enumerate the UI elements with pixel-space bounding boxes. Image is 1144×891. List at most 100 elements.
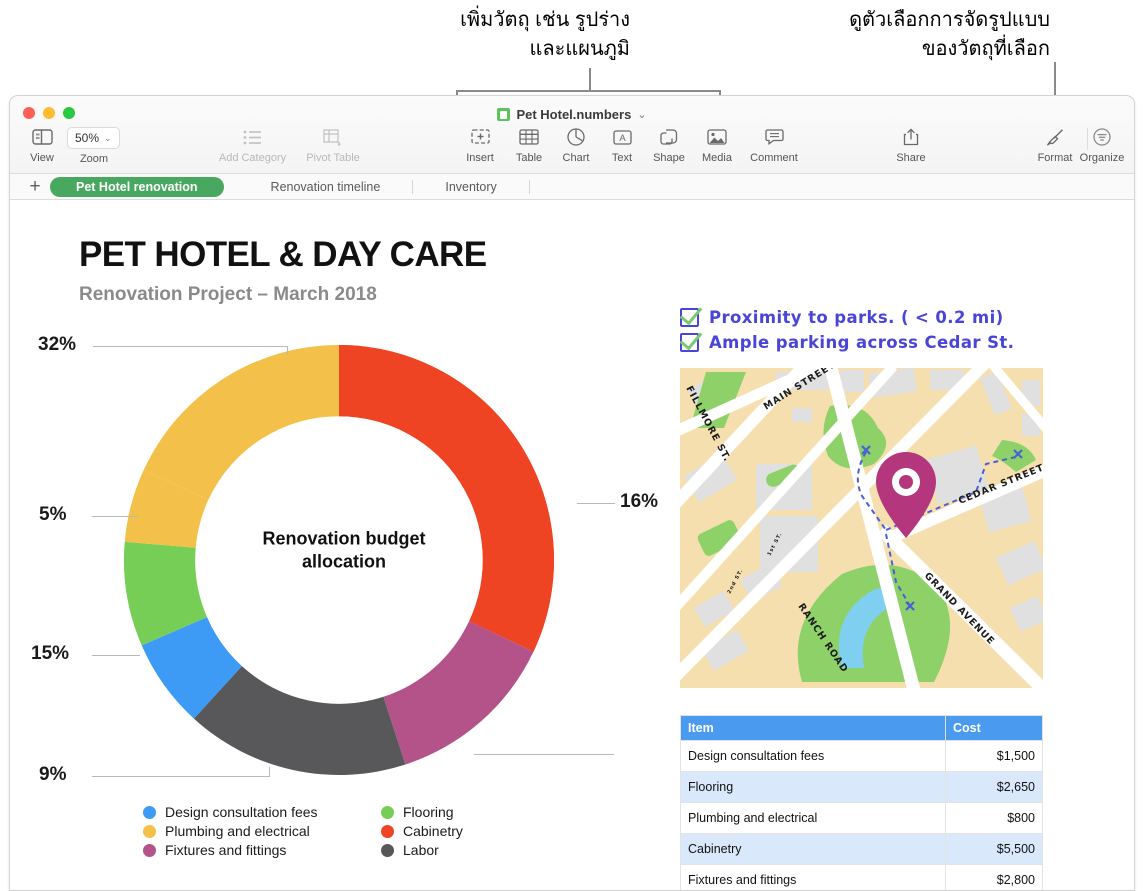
legend-label: Fixtures and fittings <box>165 842 287 858</box>
zoom-label: Zoom <box>79 153 109 165</box>
handwritten-checklist: Proximity to parks. ( < 0.2 mi) Ample pa… <box>680 308 1014 358</box>
table-cell-item[interactable]: Flooring <box>680 771 946 803</box>
pct-label-design: 9% <box>39 764 67 785</box>
legend-label: Flooring <box>403 804 454 820</box>
table-row[interactable]: Fixtures and fittings $2,800 <box>680 864 1043 890</box>
organize-label: Organize <box>1079 152 1125 164</box>
callout-left-bracket <box>456 90 721 92</box>
sheet-tab-bar: + Pet Hotel renovation Renovation timeli… <box>10 174 1134 200</box>
leader-16 <box>577 503 615 504</box>
table-row[interactable]: Flooring $2,650 <box>680 771 1043 803</box>
tab-divider <box>528 179 530 194</box>
sidebar-icon <box>10 124 74 150</box>
legend-label: Design consultation fees <box>165 804 318 820</box>
legend-swatch <box>143 805 156 819</box>
sheet-tab-renovation-timeline[interactable]: Renovation timeline <box>253 177 399 197</box>
leader-9 <box>92 776 270 777</box>
add-sheet-button[interactable]: + <box>20 177 50 196</box>
numbers-window: Pet Hotel.numbers ⌄ View 50% ⌄ Zoom Add … <box>9 95 1135 891</box>
legend-label: Labor <box>403 842 439 858</box>
media-button[interactable]: Media <box>685 124 749 164</box>
checklist-item: Ample parking across Cedar St. <box>680 333 1014 352</box>
table-cell-item[interactable]: Fixtures and fittings <box>680 864 946 890</box>
legend-label: Cabinetry <box>403 823 463 839</box>
location-map-image[interactable]: FILLMORE ST. MAIN STREET CEDAR STREET GR… <box>680 368 1043 688</box>
chevron-down-icon[interactable]: ⌄ <box>637 108 646 121</box>
legend-swatch <box>381 843 394 857</box>
donut-center-label: Renovation budget allocation <box>254 528 434 573</box>
leader-5 <box>92 516 138 517</box>
pct-label-fixtures: 16% <box>620 491 659 512</box>
share-button[interactable]: Share <box>879 124 943 164</box>
pct-label-cabinetry: 32% <box>38 334 77 355</box>
callout-format-options: ดูตัวเลือกการจัดรูปแบบ ของวัตถุที่เลือก <box>849 9 1050 60</box>
table-cell-item[interactable]: Plumbing and electrical <box>680 802 946 834</box>
checkbox-checked-icon <box>680 333 699 352</box>
chevron-down-icon: ⌄ <box>104 132 112 143</box>
table-header-cost[interactable]: Cost <box>945 715 1043 741</box>
add-category-label: Add Category <box>218 152 287 164</box>
toolbar: Pet Hotel.numbers ⌄ View 50% ⌄ Zoom Add … <box>10 96 1134 174</box>
table-cell-cost[interactable]: $1,500 <box>945 740 1043 772</box>
organize-icon <box>1070 124 1134 150</box>
callout-insert-objects: เพิ่มวัตถุ เช่น รูปร่าง และแผนภูมิ <box>460 9 630 60</box>
checklist-item-text: Proximity to parks. ( < 0.2 mi) <box>709 308 1004 327</box>
document-title-text: Pet Hotel.numbers <box>516 107 632 122</box>
comment-label: Comment <box>750 152 798 164</box>
legend-item[interactable]: Labor <box>381 842 463 858</box>
organize-button[interactable]: Organize <box>1070 124 1134 164</box>
legend-label: Plumbing and electrical <box>165 823 310 839</box>
callout-left-stem <box>589 68 591 91</box>
comment-icon <box>742 124 806 150</box>
sheet-title: PET HOTEL & DAY CARE <box>79 235 487 274</box>
legend-swatch <box>143 843 156 857</box>
zoom-value: 50% <box>75 131 100 145</box>
sheet-tab-inventory[interactable]: Inventory <box>427 177 514 197</box>
leader-9-tick <box>269 767 270 776</box>
leader-23 <box>474 754 614 755</box>
table-cell-cost[interactable]: $800 <box>945 802 1043 834</box>
legend-item[interactable]: Design consultation fees <box>143 804 363 820</box>
list-icon <box>210 124 295 150</box>
leader-32-tick <box>287 346 288 355</box>
numbers-document-icon <box>497 108 511 121</box>
legend-swatch <box>381 824 394 838</box>
share-icon <box>879 124 943 150</box>
table-cell-cost[interactable]: $2,800 <box>945 864 1043 890</box>
sheet-tab-pet-hotel-renovation[interactable]: Pet Hotel renovation <box>50 176 224 197</box>
donut-center-line2: allocation <box>301 551 386 571</box>
svg-text:A: A <box>619 133 626 144</box>
tab-divider <box>412 179 414 194</box>
pct-label-plumbing: 5% <box>39 504 67 525</box>
legend-item[interactable]: Flooring <box>381 804 463 820</box>
table-header-row: Item Cost <box>680 715 1043 741</box>
donut-center-line1: Renovation budget <box>262 528 426 549</box>
comment-button[interactable]: Comment <box>742 124 806 164</box>
legend-item[interactable]: Plumbing and electrical <box>143 823 363 839</box>
add-category-button[interactable]: Add Category <box>210 124 295 164</box>
table-row[interactable]: Design consultation fees $1,500 <box>680 740 1043 772</box>
legend-item[interactable]: Fixtures and fittings <box>143 842 363 858</box>
leader-15 <box>92 655 140 656</box>
leader-32 <box>93 346 288 347</box>
share-label: Share <box>896 152 926 164</box>
pivot-table-icon <box>298 124 368 150</box>
sheet-canvas: PET HOTEL & DAY CARE Renovation Project … <box>10 200 1134 890</box>
table-row[interactable]: Cabinetry $5,500 <box>680 833 1043 865</box>
table-cell-item[interactable]: Cabinetry <box>680 833 946 865</box>
pivot-table-label: Pivot Table <box>306 152 360 164</box>
zoom-label-wrap: Zoom <box>62 151 126 165</box>
cost-table[interactable]: Item Cost Design consultation fees $1,50… <box>680 715 1043 890</box>
pivot-table-button[interactable]: Pivot Table <box>298 124 368 164</box>
document-title[interactable]: Pet Hotel.numbers ⌄ <box>10 107 1134 122</box>
table-cell-cost[interactable]: $2,650 <box>945 771 1043 803</box>
table-header-item[interactable]: Item <box>680 715 946 741</box>
legend-item[interactable]: Cabinetry <box>381 823 463 839</box>
table-cell-item[interactable]: Design consultation fees <box>680 740 946 772</box>
table-cell-cost[interactable]: $5,500 <box>945 833 1043 865</box>
checklist-item-text: Ample parking across Cedar St. <box>709 333 1015 352</box>
media-icon <box>685 124 749 150</box>
budget-donut-chart[interactable]: Renovation budget allocation 32% 5% 15% … <box>24 320 664 785</box>
table-row[interactable]: Plumbing and electrical $800 <box>680 802 1043 834</box>
zoom-select[interactable]: 50% ⌄ <box>67 127 120 149</box>
